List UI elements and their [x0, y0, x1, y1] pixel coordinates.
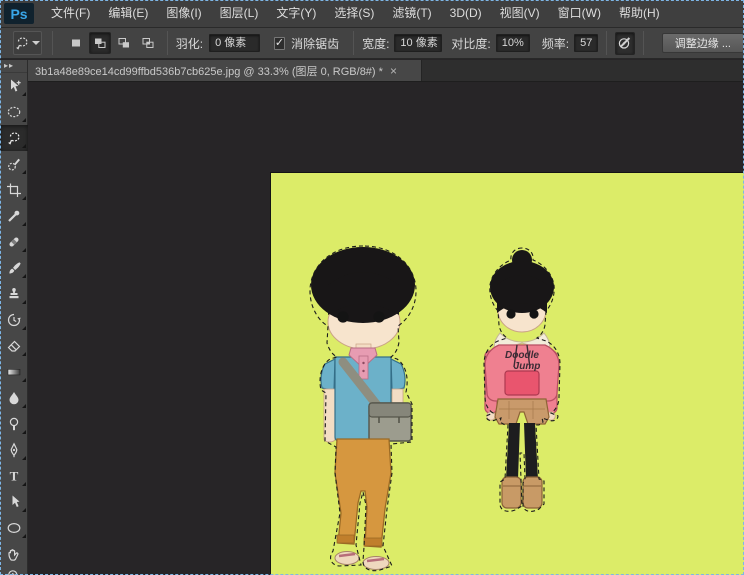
menu-help[interactable]: 帮助(H) — [610, 0, 669, 27]
magnetic-lasso-icon — [14, 35, 30, 51]
hand-icon — [6, 546, 22, 562]
document-tab[interactable]: 3b1a48e89ce14cd99ffbd536b7cb625e.jpg @ 3… — [28, 60, 422, 81]
refine-edge-button[interactable]: 调整边缘 ... — [662, 33, 744, 53]
menu-bar: Ps 文件(F) 编辑(E) 图像(I) 图层(L) 文字(Y) 选择(S) 滤… — [0, 0, 744, 28]
divider — [606, 31, 607, 55]
collapse-panel-button[interactable]: ▸▸ — [0, 60, 27, 73]
chevron-down-icon — [32, 41, 40, 45]
add-to-selection-icon — [93, 36, 107, 50]
document-image: Doodle Jump — [271, 173, 744, 575]
document-tab-bar: 3b1a48e89ce14cd99ffbd536b7cb625e.jpg @ 3… — [28, 60, 744, 82]
history-brush-icon — [6, 312, 22, 328]
pen-nib-icon — [6, 442, 22, 458]
type-tool[interactable]: T — [0, 463, 28, 489]
menu-3d[interactable]: 3D(D) — [441, 0, 491, 27]
new-selection-icon — [69, 36, 83, 50]
menu-select[interactable]: 选择(S) — [325, 0, 383, 27]
water-drop-icon — [6, 390, 22, 406]
tablet-pressure-button[interactable] — [615, 32, 634, 55]
tools-panel: ▸▸ — [0, 60, 28, 575]
eraser-icon — [6, 338, 22, 354]
move-tool[interactable] — [0, 73, 28, 99]
dodge-tool[interactable] — [0, 411, 28, 437]
type-icon: T — [6, 468, 22, 484]
divider — [52, 31, 53, 55]
selection-arrow-icon — [6, 494, 22, 510]
menu-image[interactable]: 图像(I) — [157, 0, 210, 27]
intersect-with-selection-button[interactable] — [137, 32, 159, 54]
subtract-from-selection-icon — [117, 36, 131, 50]
photoshop-logo: Ps — [4, 3, 34, 24]
magnifier-icon — [6, 568, 22, 575]
width-input[interactable]: 10 像素 — [394, 34, 442, 52]
menu-layer[interactable]: 图层(L) — [211, 0, 268, 27]
add-to-selection-button[interactable] — [89, 32, 111, 54]
pen-tool[interactable] — [0, 437, 28, 463]
hand-tool[interactable] — [0, 541, 28, 567]
contrast-label: 对比度: — [451, 35, 490, 52]
contrast-input[interactable]: 10% — [496, 34, 530, 52]
new-selection-button[interactable] — [65, 32, 87, 54]
menu-window[interactable]: 窗口(W) — [549, 0, 610, 27]
width-label: 宽度: — [362, 35, 389, 52]
eraser-tool[interactable] — [0, 333, 28, 359]
tool-options-bar: 羽化: 0 像素 ✓ 消除锯齿 宽度: 10 像素 对比度: 10% 频率: 5… — [0, 28, 744, 59]
menu-file[interactable]: 文件(F) — [42, 0, 99, 27]
selection-mode-group — [65, 32, 159, 54]
eyedropper-tool[interactable] — [0, 203, 28, 229]
menu-edit[interactable]: 编辑(E) — [99, 0, 157, 27]
frequency-input[interactable]: 57 — [574, 34, 598, 52]
canvas-workspace: Doodle Jump — [28, 82, 744, 575]
gradient-tool[interactable] — [0, 359, 28, 385]
crop-tool[interactable] — [0, 177, 28, 203]
ellipse-shape-icon — [6, 520, 22, 536]
hoodie-text-line2: Jump — [514, 361, 541, 372]
history-brush-tool[interactable] — [0, 307, 28, 333]
pen-pressure-icon — [617, 35, 633, 51]
antialias-label[interactable]: 消除锯齿 — [291, 35, 339, 52]
stamp-icon — [6, 286, 22, 302]
svg-text:T: T — [10, 469, 19, 484]
quick-selection-icon — [6, 156, 22, 172]
path-selection-tool[interactable] — [0, 489, 28, 515]
crop-icon — [6, 182, 22, 198]
marquee-tool[interactable] — [0, 99, 28, 125]
menu-type[interactable]: 文字(Y) — [267, 0, 325, 27]
blur-tool[interactable] — [0, 385, 28, 411]
move-icon — [6, 78, 22, 94]
menu-filter[interactable]: 滤镜(T) — [383, 0, 440, 27]
brush-tool[interactable] — [0, 255, 28, 281]
frequency-label: 频率: — [542, 35, 569, 52]
shape-tool[interactable] — [0, 515, 28, 541]
document-canvas[interactable]: Doodle Jump — [270, 172, 744, 575]
menu-view[interactable]: 视图(V) — [491, 0, 549, 27]
quick-selection-tool[interactable] — [0, 151, 28, 177]
clone-stamp-tool[interactable] — [0, 281, 28, 307]
close-icon[interactable]: × — [390, 65, 397, 77]
divider — [643, 31, 644, 55]
elliptical-marquee-icon — [6, 104, 22, 120]
magnetic-lasso-icon — [6, 130, 22, 146]
tool-preset-picker[interactable] — [13, 31, 42, 55]
healing-brush-tool[interactable] — [0, 229, 28, 255]
intersect-with-selection-icon — [141, 36, 155, 50]
subtract-from-selection-button[interactable] — [113, 32, 135, 54]
lasso-tool[interactable] — [0, 125, 28, 151]
bandage-icon — [6, 234, 22, 250]
divider — [167, 31, 168, 55]
antialias-checkbox[interactable]: ✓ — [274, 37, 285, 50]
zoom-tool[interactable] — [0, 567, 28, 575]
brush-icon — [6, 260, 22, 276]
hoodie-text-line1: Doodle — [505, 350, 539, 361]
gradient-icon — [6, 364, 22, 380]
divider — [353, 31, 354, 55]
feather-input[interactable]: 0 像素 — [209, 34, 260, 52]
eyedropper-icon — [6, 208, 22, 224]
dodge-icon — [6, 416, 22, 432]
document-title: 3b1a48e89ce14cd99ffbd536b7cb625e.jpg @ 3… — [35, 63, 383, 79]
feather-label: 羽化: — [176, 35, 203, 52]
